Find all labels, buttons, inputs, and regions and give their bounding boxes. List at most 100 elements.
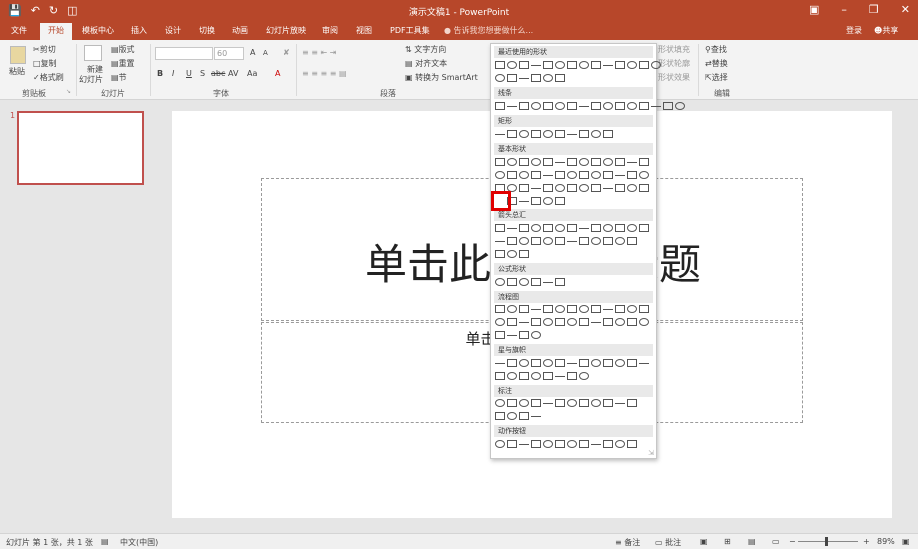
bullets-icon[interactable]: ≡ ≡ ⇤ ⇥ [302,48,336,57]
reset-button[interactable]: ▤重置 [111,58,135,69]
shape-option[interactable] [627,318,637,326]
tab-insert[interactable]: 插入 [131,25,147,36]
shape-option[interactable] [555,237,565,245]
shape-option[interactable] [495,102,505,110]
slide-sorter-icon[interactable]: ⊞ [724,537,731,546]
shape-option[interactable] [627,61,637,69]
shape-option[interactable] [519,322,529,323]
shape-option[interactable] [567,241,577,242]
shape-option[interactable] [555,278,565,286]
shape-option[interactable] [495,331,505,339]
format-painter-button[interactable]: ✓格式刷 [33,72,64,83]
notes-button[interactable]: ≡ 备注 [615,537,640,548]
shape-option[interactable] [519,372,529,380]
shape-option[interactable] [603,171,613,179]
shape-option[interactable] [567,305,577,313]
shape-option[interactable] [627,102,637,110]
shape-option[interactable] [543,237,553,245]
restore-ribbon-icon[interactable]: ▣ [809,3,819,16]
shape-option[interactable] [531,197,541,205]
shape-option[interactable] [579,130,589,138]
replace-button[interactable]: ⇄替换 [705,58,728,69]
shape-option[interactable] [639,184,649,192]
shape-option[interactable] [543,224,553,232]
zoom-level[interactable]: 89% [877,537,895,546]
shape-option[interactable] [531,188,541,189]
zoom-out-icon[interactable]: − [789,537,796,546]
shape-option[interactable] [615,175,625,176]
shape-option[interactable] [519,61,529,69]
shape-option[interactable] [615,359,625,367]
grow-font-button[interactable]: A [250,48,255,57]
shape-option[interactable] [531,440,541,448]
shape-option[interactable] [567,158,577,166]
shape-option[interactable] [603,399,613,407]
find-button[interactable]: ⚲查找 [705,44,727,55]
shape-option[interactable] [495,318,505,326]
shape-option[interactable] [615,318,625,326]
shape-option[interactable] [615,224,625,232]
shape-option[interactable] [519,278,529,286]
tab-view[interactable]: 视图 [356,25,372,36]
font-size-combo[interactable]: 60 [214,47,244,60]
shape-option[interactable] [555,61,565,69]
shape-fill-button[interactable]: 形状填充 [658,44,690,55]
shape-option[interactable] [531,372,541,380]
shape-option[interactable] [603,224,613,232]
shape-option[interactable] [543,184,553,192]
shape-option[interactable] [591,130,601,138]
shape-option[interactable] [555,376,565,377]
shape-option[interactable] [495,224,505,232]
shape-option[interactable] [531,130,541,138]
align-text-button[interactable]: ▤ 对齐文本 [405,58,447,69]
change-case-button[interactable]: Aa [247,69,257,78]
shape-option[interactable] [519,102,529,110]
shape-option[interactable] [591,237,601,245]
shape-option[interactable] [507,61,517,69]
shape-option[interactable] [591,171,601,179]
shape-option[interactable] [615,403,625,404]
shape-option[interactable] [495,399,505,407]
shape-option[interactable] [591,184,601,192]
shape-option[interactable] [579,228,589,229]
shape-option[interactable] [495,440,505,448]
shape-option[interactable] [519,224,529,232]
tell-me-box[interactable]: ● 告诉我您想要做什么... [444,25,533,36]
shape-option[interactable] [543,102,553,110]
new-slide-label-line2[interactable]: 幻灯片 [79,74,103,85]
shape-option[interactable] [519,201,529,202]
shape-option[interactable] [567,363,577,364]
shape-option[interactable] [519,184,529,192]
shape-option[interactable] [495,305,505,313]
shape-option[interactable] [627,359,637,367]
shape-option[interactable] [639,61,649,69]
shape-option[interactable] [519,158,529,166]
shape-option[interactable] [519,171,529,179]
cut-button[interactable]: ✂剪切 [33,44,56,55]
shape-option[interactable] [567,134,577,135]
shape-option[interactable] [627,440,637,448]
shape-option[interactable] [579,399,589,407]
zoom-slider-thumb[interactable] [825,537,829,546]
shape-option[interactable] [555,318,565,326]
shape-option[interactable] [531,359,541,367]
shape-option[interactable] [543,197,553,205]
shape-option[interactable] [639,224,649,232]
shape-option[interactable] [519,359,529,367]
clear-format-icon[interactable]: ✘ [283,48,290,57]
shape-option[interactable] [591,399,601,407]
shape-option[interactable] [579,171,589,179]
shape-option[interactable] [495,372,505,380]
shape-option[interactable] [519,412,529,420]
shape-option[interactable] [603,359,613,367]
shape-option[interactable] [567,184,577,192]
shape-option[interactable] [567,171,577,179]
slide-thumbnail[interactable] [17,111,144,185]
shape-option[interactable] [555,359,565,367]
shape-option[interactable] [639,171,649,179]
paste-icon[interactable] [10,46,26,64]
new-slide-icon[interactable] [84,45,102,61]
shape-option[interactable] [555,74,565,82]
shape-option[interactable] [531,65,541,66]
shape-option[interactable] [519,130,529,138]
